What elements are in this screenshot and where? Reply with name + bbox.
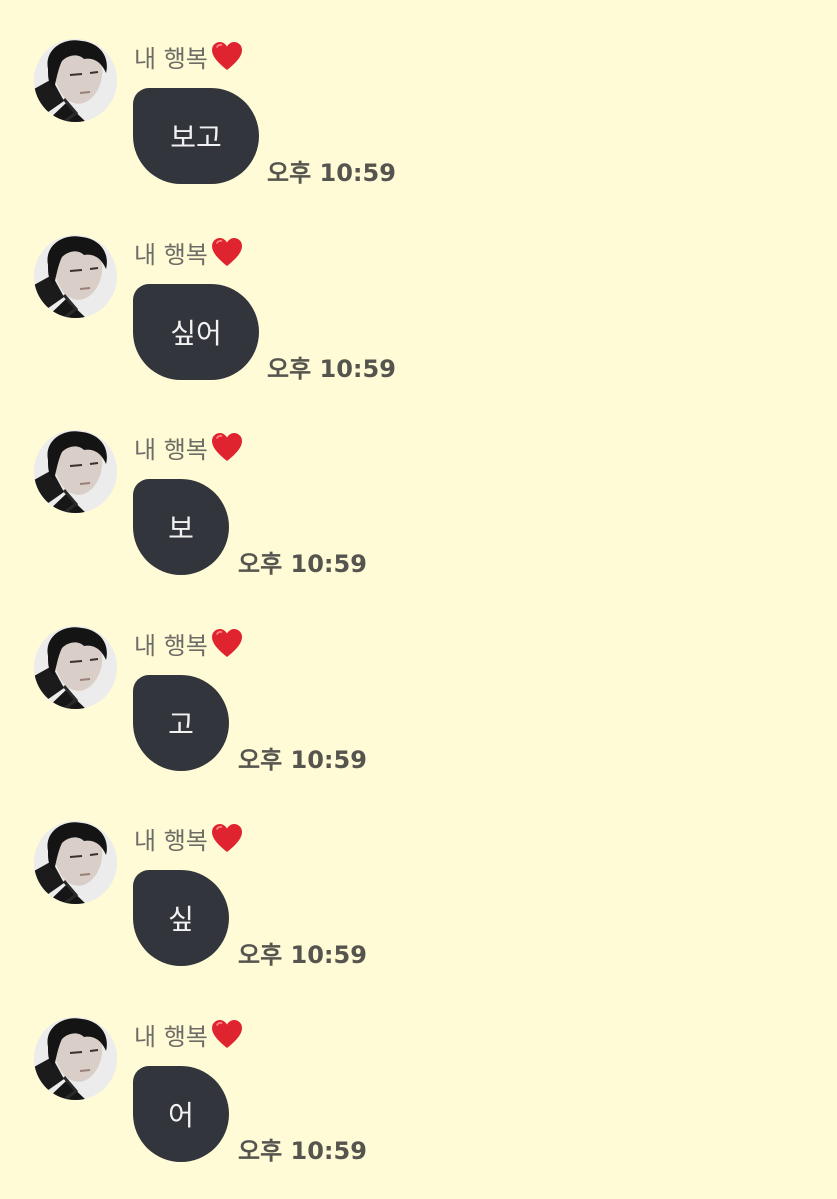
message-time: 오후 10:59 — [267, 159, 396, 187]
chat-message: 내 행복 싶어 오후 10:59 — [0, 196, 837, 386]
avatar[interactable] — [34, 1017, 117, 1100]
red-heart-icon — [211, 432, 243, 462]
sender-header: 내 행복 — [134, 1016, 243, 1052]
sender-header: 내 행복 — [134, 38, 243, 74]
sender-header: 내 행복 — [134, 625, 243, 661]
profile-photo — [34, 1017, 117, 1100]
sender-name: 내 행복 — [134, 44, 208, 73]
message-bubble[interactable]: 싶어 — [133, 284, 259, 380]
chat-message: 내 행복 고 오후 10:59 — [0, 587, 837, 777]
sender-name: 내 행복 — [134, 1022, 208, 1051]
message-bubble[interactable]: 보고 — [133, 88, 259, 184]
avatar[interactable] — [34, 626, 117, 709]
profile-photo — [34, 626, 117, 709]
red-heart-icon — [211, 823, 243, 853]
message-time: 오후 10:59 — [238, 550, 367, 578]
message-time: 오후 10:59 — [238, 941, 367, 969]
profile-photo — [34, 235, 117, 318]
message-time: 오후 10:59 — [267, 355, 396, 383]
message-bubble[interactable]: 보 — [133, 479, 229, 575]
chat-message-list[interactable]: 내 행복 보고 오후 10:59 내 행복 싶어 오후 10:59 내 행복 보… — [0, 0, 837, 1199]
avatar[interactable] — [34, 39, 117, 122]
sender-header: 내 행복 — [134, 234, 243, 270]
profile-photo — [34, 430, 117, 513]
message-time: 오후 10:59 — [238, 1137, 367, 1165]
sender-header: 내 행복 — [134, 429, 243, 465]
profile-photo — [34, 821, 117, 904]
avatar[interactable] — [34, 235, 117, 318]
sender-name: 내 행복 — [134, 631, 208, 660]
profile-photo — [34, 39, 117, 122]
red-heart-icon — [211, 41, 243, 71]
chat-message: 내 행복 싶 오후 10:59 — [0, 782, 837, 972]
chat-message: 내 행복 보 오후 10:59 — [0, 391, 837, 581]
sender-header: 내 행복 — [134, 820, 243, 856]
message-time: 오후 10:59 — [238, 746, 367, 774]
chat-message: 내 행복 어 오후 10:59 — [0, 978, 837, 1168]
red-heart-icon — [211, 1019, 243, 1049]
message-bubble[interactable]: 싶 — [133, 870, 229, 966]
chat-message: 내 행복 보고 오후 10:59 — [0, 0, 837, 190]
avatar[interactable] — [34, 430, 117, 513]
red-heart-icon — [211, 628, 243, 658]
avatar[interactable] — [34, 821, 117, 904]
red-heart-icon — [211, 237, 243, 267]
sender-name: 내 행복 — [134, 435, 208, 464]
message-bubble[interactable]: 고 — [133, 675, 229, 771]
sender-name: 내 행복 — [134, 826, 208, 855]
message-bubble[interactable]: 어 — [133, 1066, 229, 1162]
sender-name: 내 행복 — [134, 240, 208, 269]
